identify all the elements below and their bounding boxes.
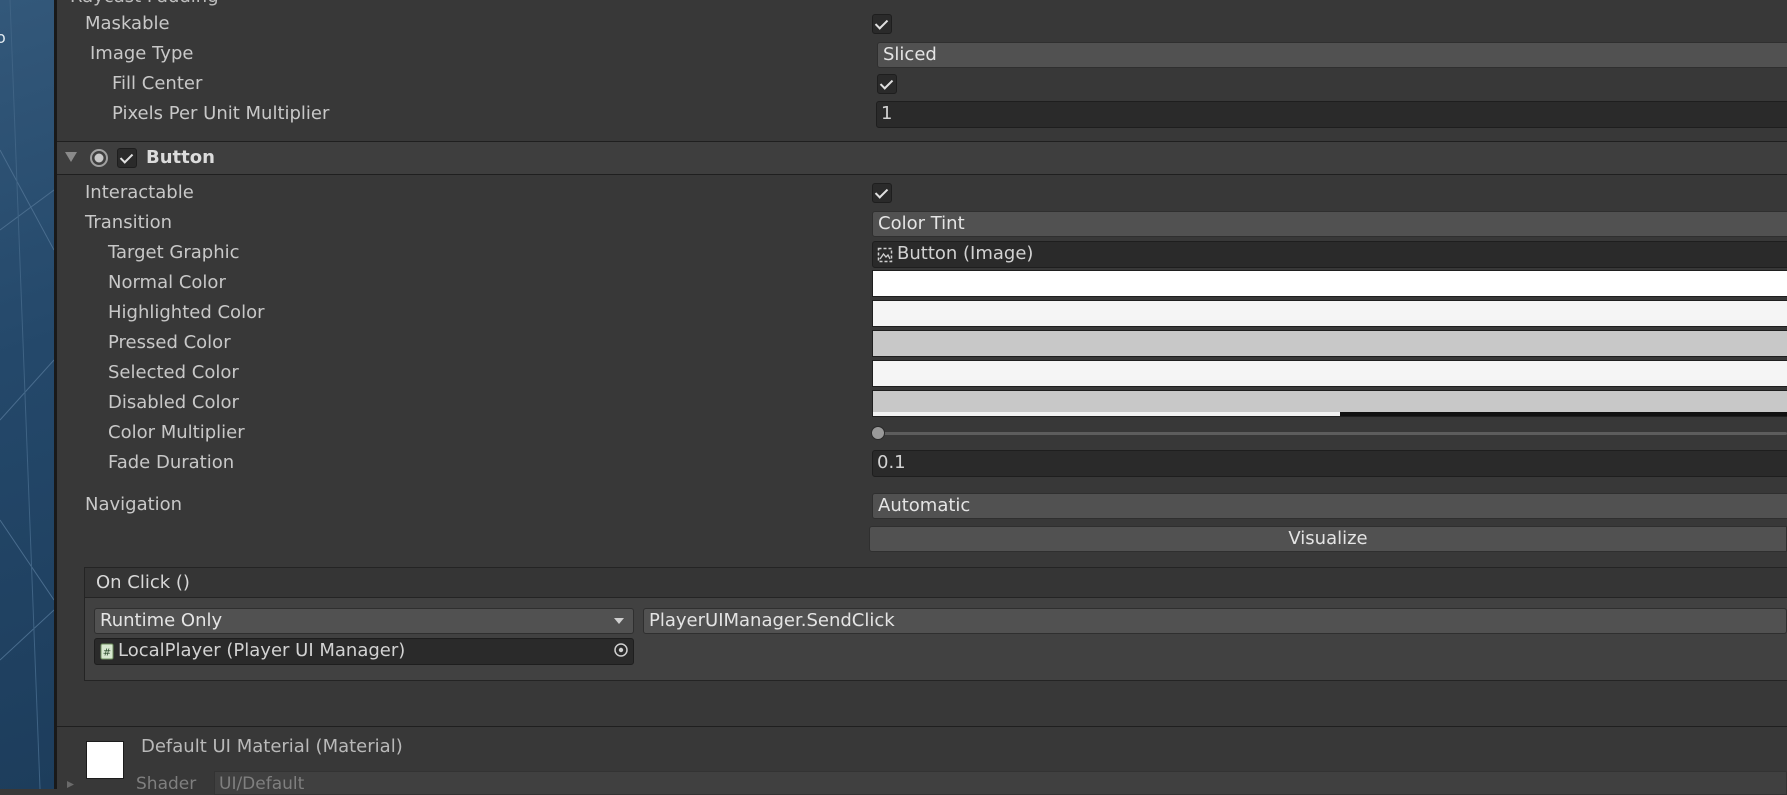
disabled-color-label: Disabled Color <box>108 392 239 414</box>
function-dropdown[interactable]: PlayerUIManager.SendClick <box>643 608 1787 634</box>
pressed-color-label: Pressed Color <box>108 332 231 354</box>
maskable-label: Maskable <box>85 13 170 35</box>
button-component-title: Button <box>146 147 215 169</box>
scene-overlay-text: o <box>0 28 6 47</box>
pixels-per-unit-input[interactable]: 1 <box>876 101 1787 128</box>
fill-center-label: Fill Center <box>112 73 202 95</box>
material-title: Default UI Material (Material) <box>141 736 403 758</box>
dropdown-arrow-icon <box>613 616 625 626</box>
maskable-checkbox[interactable] <box>872 14 892 34</box>
image-object-icon <box>877 247 893 263</box>
interactable-checkbox[interactable] <box>872 183 892 203</box>
color-multiplier-slider-thumb[interactable] <box>871 426 885 440</box>
material-preview-thumbnail[interactable] <box>86 741 124 779</box>
toggle-circle-icon <box>89 148 109 168</box>
color-multiplier-slider-track[interactable] <box>878 432 1787 435</box>
highlighted-color-label: Highlighted Color <box>108 302 264 324</box>
shader-value: UI/Default <box>219 773 304 795</box>
selected-color-swatch[interactable] <box>872 360 1787 387</box>
scene-grid-lines <box>0 0 54 789</box>
visualize-button[interactable]: Visualize <box>869 526 1787 552</box>
navigation-dropdown[interactable]: Automatic <box>872 493 1787 519</box>
svg-text:#: # <box>103 648 111 659</box>
button-component-header[interactable] <box>57 142 1787 174</box>
target-graphic-field[interactable]: Button (Image) <box>872 241 1787 268</box>
color-multiplier-label: Color Multiplier <box>108 422 245 444</box>
shader-label: Shader <box>136 773 196 795</box>
fade-duration-input[interactable]: 0.1 <box>872 450 1787 477</box>
script-icon: # <box>100 643 114 660</box>
fill-center-checkbox[interactable] <box>877 74 897 94</box>
interactable-label: Interactable <box>85 182 194 204</box>
header-divider <box>57 174 1787 175</box>
transition-label: Transition <box>85 212 172 234</box>
on-click-header <box>85 568 1787 598</box>
shader-dropdown[interactable] <box>214 771 1787 795</box>
object-picker-icon[interactable] <box>612 641 630 659</box>
selected-color-label: Selected Color <box>108 362 239 384</box>
shader-foldout-arrow-icon[interactable] <box>66 780 76 789</box>
target-object-field[interactable]: LocalPlayer (Player UI Manager) <box>94 638 634 665</box>
runtime-mode-dropdown[interactable]: Runtime Only <box>94 608 634 634</box>
foldout-arrow-icon[interactable] <box>64 150 78 164</box>
disabled-alpha-remainder <box>1340 412 1787 416</box>
image-type-dropdown[interactable]: Sliced <box>877 42 1787 68</box>
normal-color-label: Normal Color <box>108 272 226 294</box>
scene-divider <box>54 0 57 789</box>
highlighted-color-swatch[interactable] <box>872 300 1787 327</box>
disabled-alpha-bar <box>873 412 1340 416</box>
image-type-label: Image Type <box>90 43 193 65</box>
raycast-padding-label: Raycast Padding <box>70 0 219 8</box>
normal-color-swatch[interactable] <box>872 270 1787 297</box>
material-divider <box>57 726 1787 727</box>
button-enabled-checkbox[interactable] <box>117 148 137 168</box>
disabled-color-swatch[interactable] <box>872 390 1787 417</box>
transition-dropdown[interactable]: Color Tint <box>872 211 1787 237</box>
fade-duration-label: Fade Duration <box>108 452 234 474</box>
pressed-color-swatch[interactable] <box>872 330 1787 357</box>
pixels-per-unit-label: Pixels Per Unit Multiplier <box>112 103 329 125</box>
on-click-title: On Click () <box>96 572 190 594</box>
target-graphic-label: Target Graphic <box>108 242 240 264</box>
scene-view[interactable]: o <box>0 0 54 789</box>
navigation-label: Navigation <box>85 494 182 516</box>
